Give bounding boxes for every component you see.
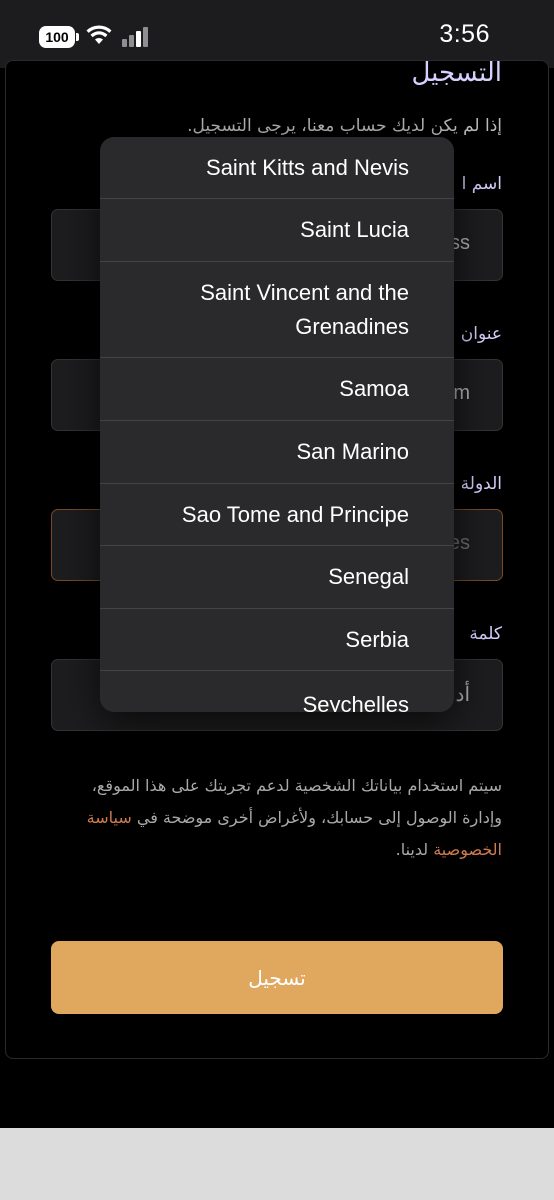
register-button[interactable]: تسجيل bbox=[51, 941, 503, 1014]
status-time: 3:56 bbox=[439, 20, 490, 48]
address-label: عنوان bbox=[460, 324, 502, 344]
password-label: كلمة bbox=[469, 624, 502, 644]
name-label: اسم ا bbox=[461, 174, 502, 194]
dropdown-option[interactable]: Serbia bbox=[100, 609, 454, 671]
wifi-icon bbox=[86, 25, 112, 44]
privacy-notice: سيتم استخدام بياناتك الشخصية لدعم تجربتك… bbox=[86, 776, 502, 859]
dropdown-option[interactable]: Sao Tome and Principe bbox=[100, 484, 454, 546]
country-dropdown-menu[interactable]: Saint Kitts and Nevis Saint Lucia Saint … bbox=[100, 137, 454, 712]
address-field-value: m bbox=[453, 382, 470, 404]
dropdown-option[interactable]: San Marino bbox=[100, 421, 454, 484]
dropdown-option[interactable]: Seychelles bbox=[100, 671, 454, 712]
dropdown-option[interactable]: Samoa bbox=[100, 358, 454, 421]
bottom-area bbox=[0, 1128, 554, 1200]
page-subtitle: إذا لم يكن لديك حساب معنا، يرجى التسجيل. bbox=[187, 116, 502, 136]
dropdown-option[interactable]: Saint Lucia bbox=[100, 199, 454, 262]
dropdown-option[interactable]: Senegal bbox=[100, 546, 454, 609]
country-label: الدولة bbox=[460, 474, 502, 494]
battery-icon: 100 bbox=[39, 26, 79, 48]
dropdown-option[interactable]: Saint Vincent and the Grenadines bbox=[100, 262, 454, 358]
dropdown-option[interactable]: Saint Kitts and Nevis bbox=[100, 137, 454, 199]
cellular-signal-icon bbox=[122, 27, 150, 47]
password-field-value: أد bbox=[455, 684, 470, 706]
page-title: التسجيل bbox=[411, 58, 502, 88]
